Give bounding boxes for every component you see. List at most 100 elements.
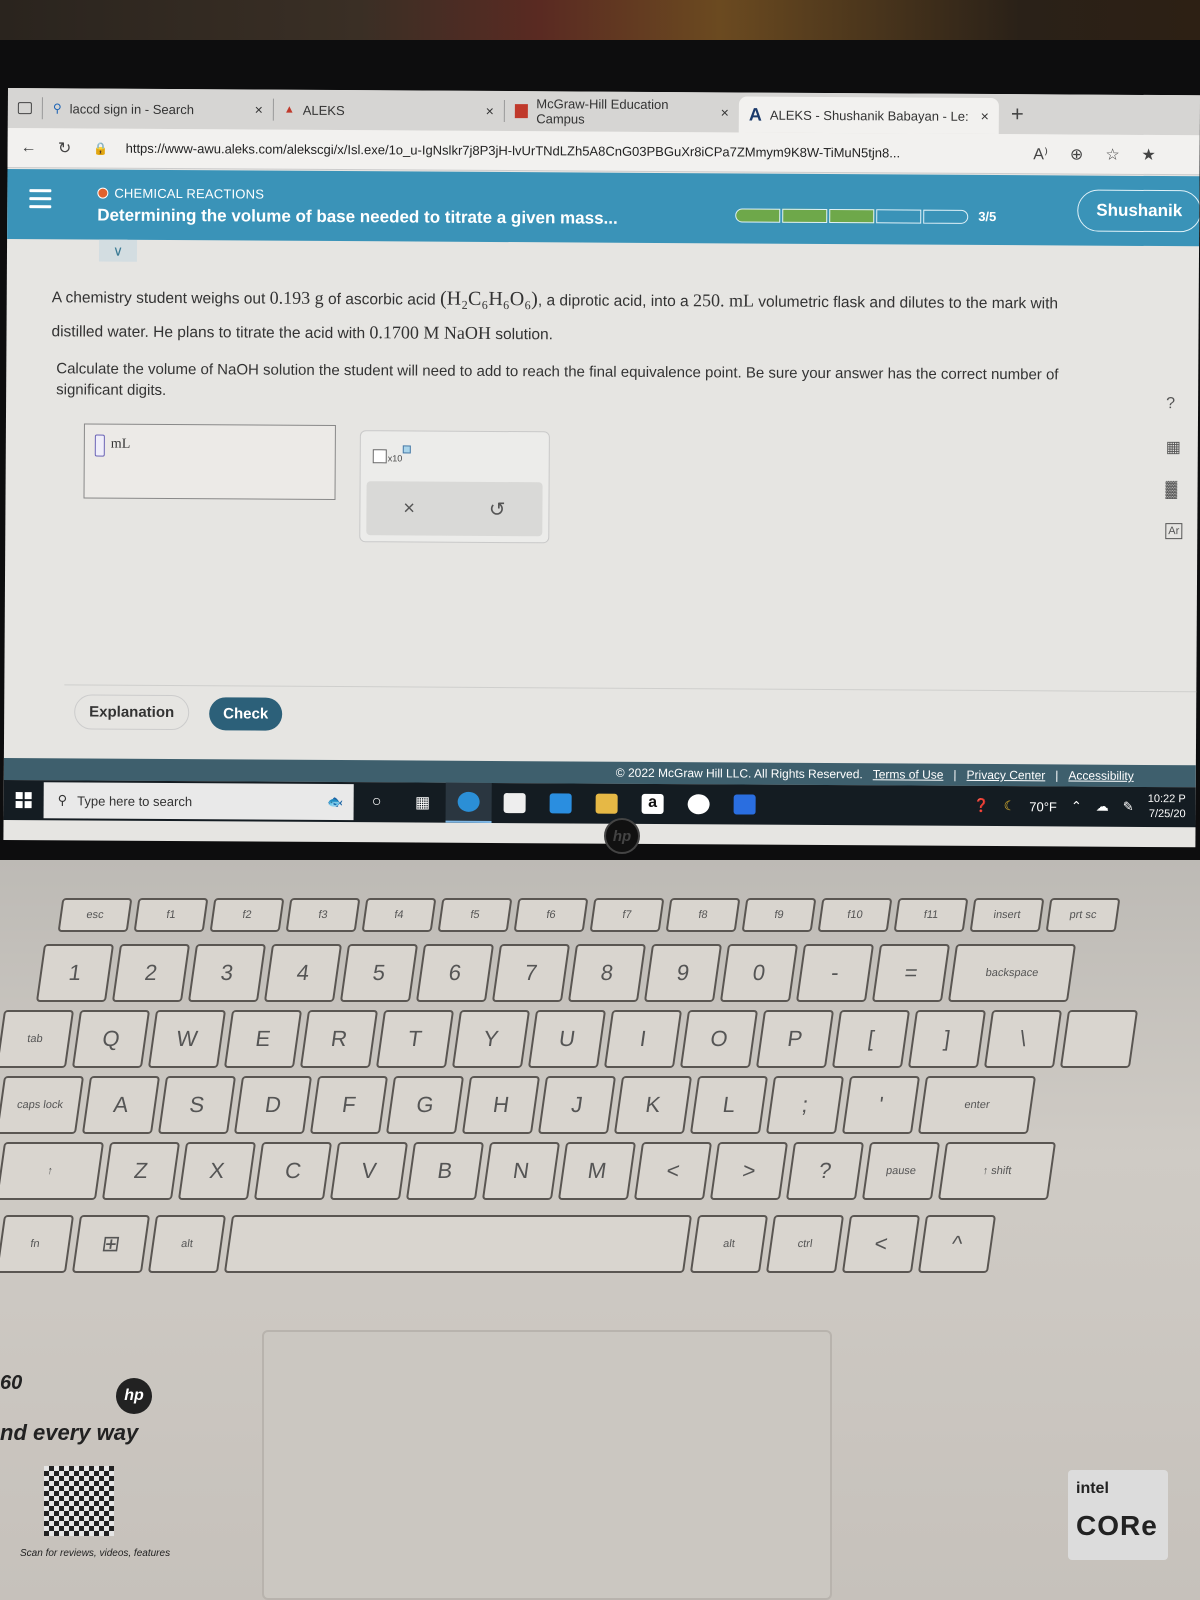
edge-icon[interactable] (445, 782, 492, 823)
key[interactable] (1059, 1010, 1139, 1068)
key[interactable]: < (633, 1142, 713, 1200)
key[interactable]: pause (861, 1142, 941, 1200)
key[interactable]: U (527, 1010, 607, 1068)
add-favorite-icon[interactable]: ☆ (1102, 143, 1124, 165)
tab-aleks[interactable]: ▲ ALEKS × (274, 94, 504, 127)
key[interactable]: f1 (133, 898, 209, 932)
key[interactable]: V (329, 1142, 409, 1200)
key[interactable]: backspace (947, 944, 1077, 1002)
tab-actions-button[interactable] (8, 92, 42, 124)
read-aloud-icon[interactable]: A⁾ (1030, 143, 1052, 165)
dropbox-icon[interactable] (722, 784, 768, 824)
menu-icon[interactable] (29, 189, 52, 213)
close-tab-icon[interactable]: × (255, 102, 263, 118)
key[interactable]: 9 (643, 944, 723, 1002)
key[interactable]: 5 (339, 944, 419, 1002)
dictionary-icon[interactable]: Ar (1165, 523, 1183, 540)
mail-icon[interactable] (538, 783, 584, 823)
favorites-icon[interactable]: ★ (1138, 143, 1160, 165)
key[interactable]: ^ (917, 1215, 997, 1273)
key[interactable]: < (841, 1215, 921, 1273)
check-button[interactable]: Check (209, 697, 283, 731)
key[interactable]: M (557, 1142, 637, 1200)
key[interactable]: [ (831, 1010, 911, 1068)
close-tab-icon[interactable]: × (486, 103, 494, 119)
help-icon[interactable]: ? (1166, 395, 1183, 413)
key[interactable]: W (147, 1010, 227, 1068)
key[interactable]: K (613, 1076, 693, 1134)
key[interactable]: L (689, 1076, 769, 1134)
key[interactable]: f8 (665, 898, 741, 932)
key[interactable]: f7 (589, 898, 665, 932)
key[interactable]: O (679, 1010, 759, 1068)
key[interactable]: tab (0, 1010, 75, 1068)
user-menu-button[interactable]: Shushanik (1077, 189, 1200, 233)
key[interactable]: f4 (361, 898, 437, 932)
scientific-notation-button[interactable]: x10 (372, 445, 411, 463)
key[interactable]: T (375, 1010, 455, 1068)
key[interactable]: 2 (111, 944, 191, 1002)
terms-link[interactable]: Terms of Use (873, 767, 944, 781)
key[interactable]: \ (983, 1010, 1063, 1068)
key[interactable]: f2 (209, 898, 285, 932)
task-view-icon[interactable]: ▦ (400, 782, 446, 822)
clear-button[interactable]: × (403, 497, 415, 520)
key[interactable]: ' (841, 1076, 921, 1134)
key[interactable]: ↑ (0, 1142, 105, 1200)
key[interactable]: G (385, 1076, 465, 1134)
key[interactable]: f11 (893, 898, 969, 932)
answer-input[interactable]: mL (83, 423, 336, 501)
key[interactable]: 1 (35, 944, 115, 1002)
key[interactable]: f10 (817, 898, 893, 932)
key[interactable]: R (299, 1010, 379, 1068)
start-button[interactable] (4, 780, 44, 820)
back-arrow-icon[interactable]: ← (18, 137, 40, 159)
input-cursor-box[interactable] (94, 434, 105, 457)
close-tab-icon[interactable]: × (981, 108, 989, 124)
refresh-icon[interactable]: ↻ (54, 137, 76, 159)
key[interactable]: - (795, 944, 875, 1002)
key[interactable]: ] (907, 1010, 987, 1068)
weather-text[interactable]: 70°F (1029, 799, 1057, 814)
key[interactable]: = (871, 944, 951, 1002)
key[interactable]: enter (917, 1076, 1037, 1134)
collapse-question-button[interactable]: ∨ (98, 239, 138, 262)
undo-button[interactable]: ↺ (489, 496, 506, 521)
key[interactable]: F (309, 1076, 389, 1134)
url-field[interactable]: https://www-awu.aleks.com/alekscgi/x/Isl… (126, 141, 1016, 161)
key[interactable]: f3 (285, 898, 361, 932)
tab-aleks-active[interactable]: A ALEKS - Shushanik Babayan - Le: × (738, 96, 999, 135)
key[interactable]: X (177, 1142, 257, 1200)
key[interactable]: fn (0, 1215, 75, 1273)
key[interactable]: alt (147, 1215, 227, 1273)
accessibility-link[interactable]: Accessibility (1068, 768, 1133, 782)
key[interactable]: f6 (513, 898, 589, 932)
key[interactable]: 3 (187, 944, 267, 1002)
key[interactable]: prt sc (1045, 898, 1121, 932)
key[interactable]: ctrl (765, 1215, 845, 1273)
key[interactable]: J (537, 1076, 617, 1134)
zoom-icon[interactable]: ⊕ (1066, 143, 1088, 165)
app-icon[interactable] (676, 784, 722, 824)
key[interactable]: D (233, 1076, 313, 1134)
key[interactable]: H (461, 1076, 541, 1134)
cortana-icon[interactable]: ○ (354, 782, 400, 822)
lock-icon[interactable]: 🔒 (90, 137, 112, 159)
key[interactable]: insert (969, 898, 1045, 932)
key[interactable]: alt (689, 1215, 769, 1273)
key[interactable]: f9 (741, 898, 817, 932)
key[interactable]: caps lock (0, 1076, 85, 1134)
pen-icon[interactable]: ✎ (1123, 799, 1134, 815)
periodic-table-icon[interactable]: ▓ (1166, 481, 1183, 499)
key[interactable]: 6 (415, 944, 495, 1002)
onedrive-icon[interactable]: ☁ (1096, 799, 1109, 815)
key[interactable]: Z (101, 1142, 181, 1200)
trackpad[interactable] (262, 1330, 832, 1600)
key[interactable]: E (223, 1010, 303, 1068)
chevron-up-icon[interactable]: ⌃ (1071, 799, 1082, 815)
privacy-link[interactable]: Privacy Center (967, 768, 1046, 782)
clock[interactable]: 10:22 P 7/25/20 (1148, 792, 1186, 822)
key[interactable]: ; (765, 1076, 845, 1134)
explanation-button[interactable]: Explanation (74, 694, 190, 731)
help-tray-icon[interactable]: ❓ (973, 798, 989, 814)
